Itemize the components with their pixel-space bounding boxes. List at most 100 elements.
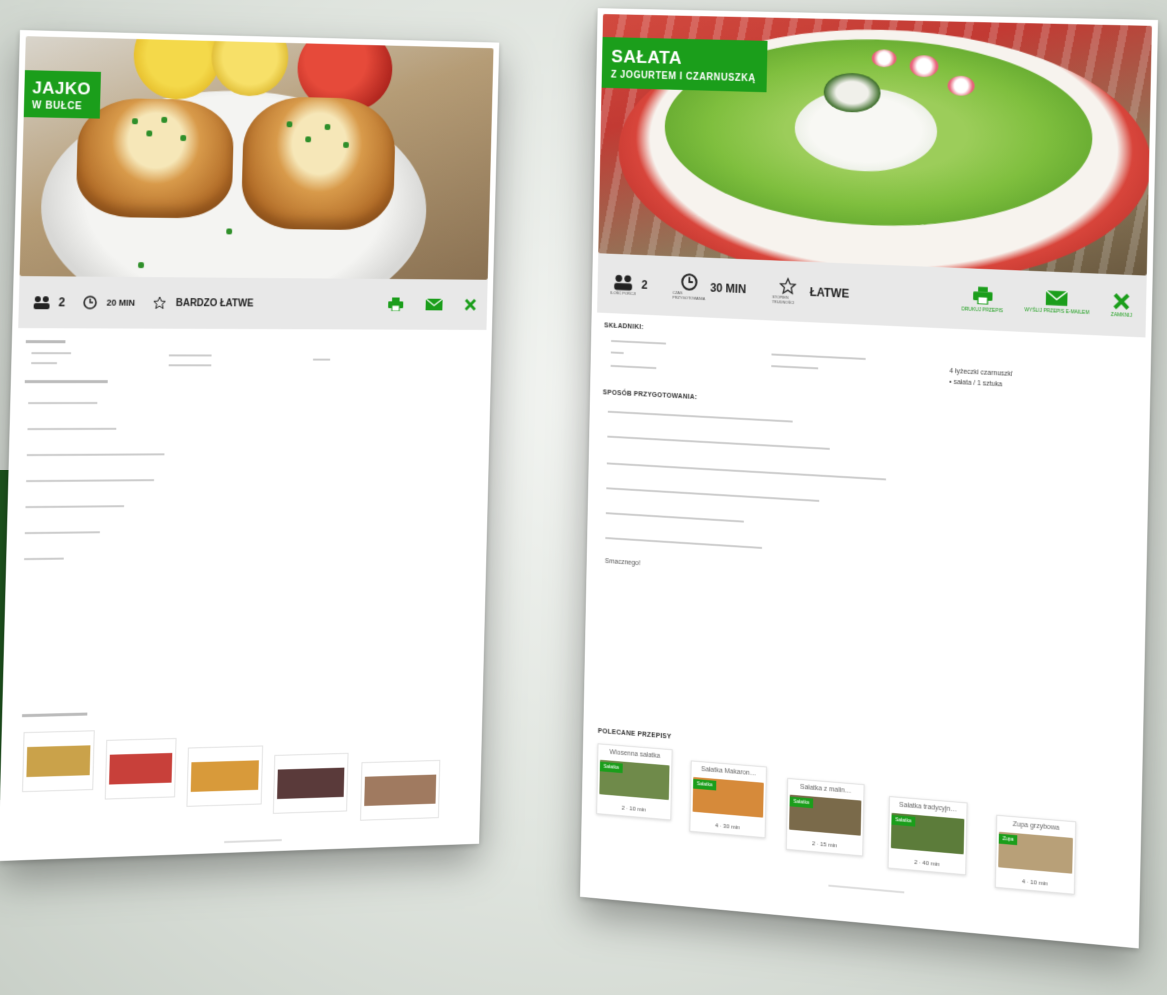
recipe-subtitle: W BUŁCE: [32, 100, 91, 112]
ingredient-line: [611, 351, 624, 354]
recommended-card[interactable]: [360, 760, 440, 821]
method-heading: SPOSÓB PRZYGOTOWANIA:: [603, 389, 698, 401]
recipe-title-badge: SAŁATA Z JOGURTEM I CZARNUSZKĄ: [602, 37, 768, 92]
recommended-card[interactable]: Sałatka Makaron… Sałatka 4 · 30 min: [689, 760, 767, 838]
recipe-subtitle: Z JOGURTEM I CZARNUSZKĄ: [611, 70, 756, 84]
step-line: [605, 537, 762, 549]
close-button[interactable]: [465, 299, 476, 311]
ingredient-line: [169, 354, 212, 356]
recommended-category-badge: Sałatka: [891, 815, 915, 827]
servings-value: 2: [58, 295, 65, 309]
step-line: [25, 531, 100, 534]
ingredient-line: [611, 365, 657, 369]
ingredient-line: [31, 362, 57, 364]
step-line: [25, 505, 124, 508]
envelope-icon: [426, 299, 443, 311]
page-footer: [828, 885, 904, 894]
step-line: [607, 436, 829, 450]
printer-icon: [973, 286, 993, 305]
recommended-category-badge: Zupa: [999, 834, 1018, 845]
email-label: WYŚLIJ PRZEPIS E-MAILEM: [1024, 307, 1089, 316]
servings-caption: ILOŚĆ PORCJI: [610, 290, 635, 296]
recommended-card[interactable]: [273, 753, 349, 814]
clock-icon: CZAS PRZYGOTOWANIA: [673, 272, 705, 302]
ingredient-line: [31, 352, 71, 354]
email-button[interactable]: [426, 299, 443, 311]
recommended-meta: 2 · 10 min: [597, 804, 670, 816]
recipe-title-badge: JAJKO W BUŁCE: [24, 70, 101, 118]
recipe-title: SAŁATA: [611, 47, 756, 72]
difficulty-caption: STOPIEŃ TRUDNOŚCI: [772, 294, 804, 305]
difficulty-meta: STOPIEŃ TRUDNOŚCI ŁATWE: [772, 276, 849, 308]
time-meta: CZAS PRZYGOTOWANIA 30 MIN: [673, 272, 746, 304]
recommended-card[interactable]: Sałatka tradycyjn… Sałatka 2 · 40 min: [888, 796, 968, 875]
recommended-meta: 2 · 15 min: [787, 839, 862, 851]
servings-meta: 2: [31, 292, 66, 312]
email-button[interactable]: WYŚLIJ PRZEPIS E-MAILEM: [1024, 289, 1089, 316]
ingredient-line: [611, 340, 666, 345]
close-button[interactable]: ZAMKNIJ: [1111, 293, 1133, 319]
star-icon: STOPIEŃ TRUDNOŚCI: [772, 276, 804, 307]
recommended-card[interactable]: [22, 730, 95, 792]
ingredients-col-3: 4 łyżeczki czarnuszki • sałata / 1 sztuk…: [949, 366, 1013, 391]
people-icon: [31, 292, 53, 312]
recommended-meta: 4 · 30 min: [690, 821, 764, 833]
ingredient-line: [771, 353, 865, 359]
recommended-title: Zupa grzybowa: [1001, 820, 1071, 833]
recommended-category-badge: Sałatka: [693, 779, 716, 791]
ingredients-heading: SKŁADNIKI:: [604, 322, 644, 331]
step-line: [27, 428, 116, 430]
print-button[interactable]: DRUKUJ PRZEPIS: [961, 285, 1003, 313]
people-icon: ILOŚĆ PORCJI: [610, 269, 636, 299]
recommended-card[interactable]: Zupa grzybowa Zupa 4 · 10 min: [995, 815, 1076, 895]
printer-icon: [388, 297, 403, 311]
recommended-meta: 4 · 10 min: [996, 877, 1074, 890]
recommended-category-badge: Sałatka: [790, 797, 813, 809]
recipe-title: JAJKO: [32, 78, 91, 99]
recommended-heading: [22, 713, 87, 718]
recommended-title: Wiosenna sałatka: [602, 748, 668, 760]
time-value: 20 MIN: [106, 298, 135, 308]
print-label: DRUKUJ PRZEPIS: [961, 306, 1003, 314]
step-line: [606, 512, 744, 522]
close-icon: [1114, 293, 1130, 310]
method-heading: [25, 380, 108, 383]
recommended-card[interactable]: [186, 745, 263, 806]
step-line: [27, 453, 165, 456]
ingredient-line: [771, 365, 818, 369]
ingredient-line: [313, 359, 330, 361]
time-caption: CZAS PRZYGOTOWANIA: [672, 290, 705, 301]
step-line: [607, 462, 886, 480]
step-line: [24, 558, 64, 561]
print-button[interactable]: [388, 297, 403, 311]
recipe-toolbar: 2 20 MIN BARDZO ŁATWE: [18, 276, 487, 330]
recipe-page-right: SAŁATA Z JOGURTEM I CZARNUSZKĄ ILOŚĆ POR…: [580, 8, 1158, 948]
recommended-card[interactable]: Wiosenna sałatka Sałatka 2 · 10 min: [596, 743, 672, 820]
step-line: [28, 402, 97, 404]
recommended-card[interactable]: Sałatka z malin… Sałatka 2 · 15 min: [786, 778, 865, 857]
recommended-title: Sałatka tradycyjn…: [894, 801, 963, 814]
recommended-category-badge: Sałatka: [600, 762, 623, 773]
star-icon: [148, 293, 170, 313]
method-ending: Smacznego!: [605, 558, 641, 567]
servings-value: 2: [641, 278, 647, 292]
recommended-card[interactable]: [105, 738, 177, 800]
envelope-icon: [1046, 290, 1068, 306]
step-line: [608, 411, 793, 423]
ingredient-line: [169, 364, 212, 366]
difficulty-meta: BARDZO ŁATWE: [148, 293, 253, 313]
close-label: ZAMKNIJ: [1111, 312, 1132, 319]
recommended-heading: POLECANE PRZEPISY: [598, 728, 672, 741]
step-line: [26, 479, 154, 482]
step-line: [606, 487, 819, 502]
recipe-page-left: JAJKO W BUŁCE 2 20 MIN BARDZO ŁATWE: [0, 30, 499, 861]
ingredients-heading: [26, 340, 66, 343]
recommended-title: Sałatka Makaron…: [695, 766, 762, 778]
clock-icon: [79, 292, 101, 312]
servings-meta: ILOŚĆ PORCJI 2: [610, 269, 648, 299]
close-icon: [465, 299, 476, 311]
difficulty-value: BARDZO ŁATWE: [176, 298, 254, 309]
recommended-meta: 2 · 40 min: [889, 858, 966, 871]
recommended-title: Sałatka z malin…: [792, 783, 860, 795]
page-footer: [224, 839, 282, 843]
